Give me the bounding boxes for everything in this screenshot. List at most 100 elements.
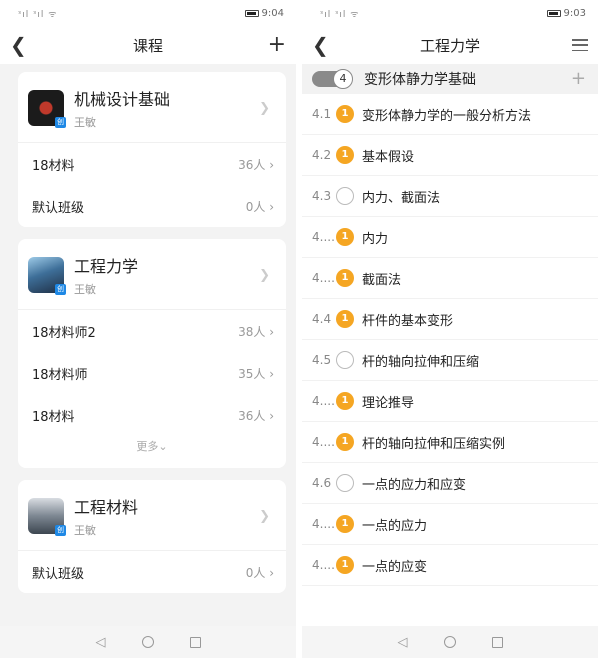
task-badge-icon [336, 105, 354, 123]
class-row[interactable]: 18材料师2 38人 › [18, 310, 286, 352]
class-row[interactable]: 18材料 36人 › [18, 143, 286, 185]
section-row[interactable]: 4.... 截面法 [302, 258, 598, 299]
signal-icon: ᵌıl ᵌıl ᯤ [320, 9, 360, 20]
task-badge-icon [336, 269, 354, 287]
chevron-right-icon: › [269, 157, 274, 172]
section-number: 4.... [312, 394, 335, 408]
page-title: 工程力学 [419, 36, 480, 55]
class-row[interactable]: 18材料师 35人 › [18, 352, 286, 394]
recents-nav-icon[interactable] [491, 636, 503, 648]
chevron-right-icon: › [269, 199, 274, 214]
back-nav-icon[interactable]: ◁ [398, 635, 408, 650]
system-nav-bar: ◁ [302, 626, 598, 658]
chapter-toggle[interactable]: 4 [312, 69, 353, 89]
back-icon[interactable]: ❮ [312, 35, 336, 55]
course-header[interactable]: 创 工程材料 王敏 ❯ [18, 480, 286, 551]
system-nav-bar: ◁ [0, 626, 296, 658]
course-chapters-screen: ᵌıl ᵌıl ᯤ 9:03 ❮ 工程力学 4 变形体静力学基础 + 4.1 变… [302, 0, 598, 658]
battery-icon [244, 9, 259, 17]
creator-tag: 创 [55, 525, 66, 536]
section-number: 4.6 [312, 476, 332, 490]
class-row[interactable]: 默认班级 0人 › [18, 551, 286, 593]
course-name: 工程材料 [74, 498, 139, 517]
section-title: 内力 [362, 231, 389, 247]
status-bar: ᵌıl ᵌıl ᯤ 9:04 [0, 0, 296, 26]
empty-circle-icon [336, 474, 354, 492]
back-nav-icon[interactable]: ◁ [96, 635, 106, 650]
task-badge-icon [336, 392, 354, 410]
section-row[interactable]: 4.1 变形体静力学的一般分析方法 [302, 94, 598, 135]
course-list-screen: ᵌıl ᵌıl ᯤ 9:04 ❮ 课程 + 创 机械设计基础 王敏 ❯ 18材料… [0, 0, 296, 658]
section-number: 4.3 [312, 189, 332, 203]
section-row[interactable]: 4.... 杆的轴向拉伸和压缩实例 [302, 422, 598, 463]
course-header[interactable]: 创 工程力学 王敏 ❯ [18, 239, 286, 310]
section-title: 杆的轴向拉伸和压缩实例 [362, 436, 506, 452]
status-time: 9:03 [563, 7, 586, 19]
more-button[interactable]: 更多⌄ [18, 436, 286, 468]
section-row[interactable]: 4.... 一点的应力 [302, 504, 598, 545]
section-number: 4.... [312, 230, 335, 244]
section-row[interactable]: 4.... 理论推导 [302, 381, 598, 422]
section-row[interactable]: 4.... 一点的应变 [302, 545, 598, 586]
section-title: 一点的应变 [362, 559, 428, 575]
header: ❮ 课程 + [0, 26, 296, 64]
chapter-header[interactable]: 4 变形体静力学基础 + [302, 64, 598, 94]
class-name: 18材料师 [32, 367, 88, 383]
section-title: 截面法 [362, 272, 402, 288]
section-title: 变形体静力学的一般分析方法 [362, 108, 532, 124]
more-label: 更多 [136, 440, 159, 453]
section-row[interactable]: 4.3 内力、截面法 [302, 176, 598, 217]
task-badge-icon [336, 146, 354, 164]
course-teacher: 王敏 [74, 116, 96, 129]
task-badge-icon [336, 556, 354, 574]
section-row[interactable]: 4.4 杆件的基本变形 [302, 299, 598, 340]
section-title: 一点的应力 [362, 518, 428, 534]
home-nav-icon[interactable] [443, 636, 456, 648]
section-title: 杆的轴向拉伸和压缩 [362, 354, 480, 370]
section-row[interactable]: 4.6 一点的应力和应变 [302, 463, 598, 504]
battery-icon [546, 9, 561, 17]
class-name: 18材料师2 [32, 325, 96, 341]
section-number: 4.1 [312, 107, 332, 121]
section-number: 4.4 [312, 312, 332, 326]
chevron-right-icon: ❯ [259, 267, 270, 283]
chapter-number: 4 [333, 69, 353, 89]
recents-nav-icon[interactable] [189, 636, 201, 648]
plus-icon[interactable]: + [268, 34, 286, 56]
chevron-right-icon: › [269, 366, 274, 381]
class-row[interactable]: 默认班级 0人 › [18, 185, 286, 227]
course-header[interactable]: 创 机械设计基础 王敏 ❯ [18, 72, 286, 143]
section-number: 4.... [312, 558, 335, 572]
chevron-right-icon: ❯ [259, 508, 270, 524]
section-list: 4.1 变形体静力学的一般分析方法4.2 基本假设4.3 内力、截面法4....… [302, 94, 598, 586]
section-row[interactable]: 4.... 内力 [302, 217, 598, 258]
empty-circle-icon [336, 187, 354, 205]
section-number: 4.... [312, 271, 335, 285]
class-count: 0人 [245, 565, 266, 580]
class-count: 38人 [238, 324, 266, 339]
menu-icon[interactable] [572, 39, 588, 51]
course-thumbnail: 创 [28, 257, 66, 295]
course-name: 工程力学 [74, 257, 139, 276]
section-row[interactable]: 4.5 杆的轴向拉伸和压缩 [302, 340, 598, 381]
class-count: 0人 [245, 199, 266, 214]
class-row[interactable]: 18材料 36人 › [18, 394, 286, 436]
home-nav-icon[interactable] [141, 636, 154, 648]
status-time: 9:04 [261, 7, 284, 19]
section-title: 基本假设 [362, 149, 415, 165]
empty-circle-icon [336, 351, 354, 369]
chapter-title: 变形体静力学基础 [364, 72, 476, 88]
section-number: 4.... [312, 517, 335, 531]
page-title: 课程 [132, 36, 163, 55]
chevron-right-icon: › [269, 565, 274, 580]
class-count: 36人 [238, 408, 266, 423]
signal-icon: ᵌıl ᵌıl ᯤ [18, 9, 58, 20]
back-icon[interactable]: ❮ [10, 35, 34, 55]
task-badge-icon [336, 433, 354, 451]
section-row[interactable]: 4.2 基本假设 [302, 135, 598, 176]
section-number: 4.2 [312, 148, 332, 162]
plus-icon[interactable]: + [571, 70, 586, 88]
section-title: 理论推导 [362, 395, 415, 411]
header: ❮ 工程力学 [302, 26, 598, 64]
chevron-right-icon: › [269, 408, 274, 423]
